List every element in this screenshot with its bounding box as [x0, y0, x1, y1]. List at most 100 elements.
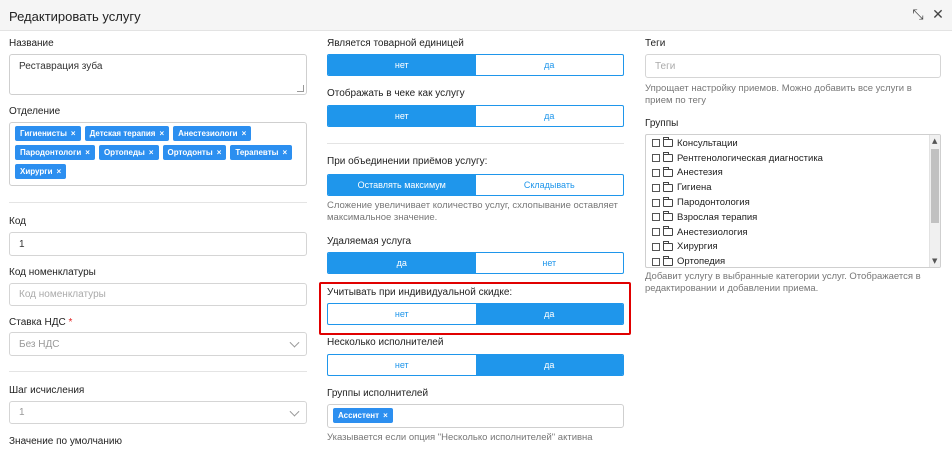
resize-handle[interactable] [297, 85, 304, 92]
checkbox[interactable] [652, 168, 660, 177]
required-asterisk: * [68, 317, 73, 328]
group-item[interactable]: Рентгенологическая диагностика [646, 151, 940, 166]
step-label: Шаг исчисления [9, 385, 85, 396]
nomenclature-label: Код номенклатуры [9, 267, 96, 278]
tags-hint: Упрощает настройку приемов. Можно добави… [645, 83, 912, 106]
commodity-toggle[interactable]: нет да [327, 54, 624, 76]
department-tag: Детская терапия × [84, 126, 170, 141]
performer-groups-select[interactable]: Ассистент × [327, 404, 624, 428]
department-select[interactable]: Гигиенисты × Детская терапия × Анестезиоло… [9, 122, 307, 186]
remove-tag-icon[interactable]: × [383, 411, 388, 420]
group-item[interactable]: Анестезиология [646, 225, 940, 240]
nomenclature-input[interactable]: Код номенклатуры [9, 283, 307, 306]
chevron-down-icon [289, 337, 300, 348]
multiple-performers-yes-option[interactable]: да [475, 355, 623, 375]
group-item[interactable]: Анестезия [646, 166, 940, 181]
checkbox[interactable] [652, 183, 660, 192]
collapse-arrows-icon[interactable]: ⤡ [909, 6, 927, 24]
nomenclature-placeholder: Код номенклатуры [19, 289, 106, 300]
merge-fold-option[interactable]: Складывать [476, 175, 624, 195]
code-value: 1 [19, 238, 25, 250]
remove-tag-icon[interactable]: × [149, 148, 154, 157]
name-label: Название [9, 38, 54, 49]
code-input[interactable]: 1 [9, 232, 307, 256]
multiple-performers-no-option[interactable]: нет [328, 355, 476, 375]
remove-tag-icon[interactable]: × [242, 129, 247, 138]
scroll-up-icon[interactable]: ▲ [932, 137, 937, 145]
checkbox[interactable] [652, 154, 660, 163]
groups-hint: Добавит услугу в выбранные категории усл… [645, 271, 921, 294]
removable-no-option[interactable]: нет [476, 253, 624, 273]
remove-tag-icon[interactable]: × [71, 129, 76, 138]
divider [327, 143, 624, 144]
group-item[interactable]: Взрослая терапия [646, 210, 940, 225]
remove-tag-icon[interactable]: × [282, 148, 287, 157]
removable-yes-option[interactable]: да [328, 253, 476, 273]
remove-tag-icon[interactable]: × [217, 148, 222, 157]
department-tag: Пародонтологи × [15, 145, 95, 160]
groups-list[interactable]: Консультации Рентгенологическая диагност… [645, 134, 941, 268]
step-select[interactable]: 1 [9, 401, 307, 424]
group-item[interactable]: Пародонтология [646, 195, 940, 210]
name-value: Реставрация зуба [19, 61, 103, 72]
folder-icon [663, 226, 673, 237]
group-item[interactable]: Хирургия [646, 240, 940, 255]
remove-tag-icon[interactable]: × [159, 129, 164, 138]
name-textarea[interactable]: Реставрация зуба [9, 54, 307, 95]
vat-select[interactable]: Без НДС [9, 332, 307, 356]
checkbox[interactable] [652, 213, 660, 222]
commodity-no-option[interactable]: нет [328, 55, 476, 75]
groups-label: Группы [645, 118, 679, 129]
checkbox[interactable] [652, 228, 660, 237]
vat-value: Без НДС [19, 338, 60, 350]
scroll-thumb[interactable] [931, 149, 939, 223]
tags-placeholder: Теги [655, 60, 676, 72]
folder-icon [663, 240, 673, 251]
multiple-performers-label: Несколько исполнителей [327, 337, 444, 348]
tags-label: Теги [645, 38, 666, 49]
receipt-yes-option[interactable]: да [476, 106, 624, 126]
checkbox[interactable] [652, 257, 660, 266]
group-item[interactable]: Ортопедия [646, 254, 940, 267]
scrollbar[interactable]: ▲ ▼ [929, 135, 940, 267]
remove-tag-icon[interactable]: × [85, 148, 90, 157]
folder-icon [663, 196, 673, 207]
removable-toggle[interactable]: да нет [327, 252, 624, 274]
folder-icon [663, 166, 673, 177]
folder-icon [663, 255, 673, 266]
department-tag: Ортодонты × [162, 145, 227, 160]
department-tag: Хирурги × [15, 164, 67, 179]
folder-icon [663, 211, 673, 222]
individual-discount-toggle[interactable]: нет да [327, 303, 624, 325]
close-icon[interactable]: ✕ [929, 6, 947, 24]
department-tag: Гигиенисты × [15, 126, 81, 141]
checkbox[interactable] [652, 198, 660, 207]
folder-icon [663, 152, 673, 163]
department-label: Отделение [9, 106, 61, 117]
merge-toggle[interactable]: Оставлять максимум Складывать [327, 174, 624, 196]
department-tag: Ортопеды × [98, 145, 159, 160]
divider [9, 202, 307, 203]
modal-title: Редактировать услугу [9, 9, 141, 24]
tags-input[interactable]: Теги [645, 54, 941, 78]
default-value-label: Значение по умолчанию [9, 436, 122, 447]
receipt-toggle[interactable]: нет да [327, 105, 624, 127]
checkbox[interactable] [652, 242, 660, 251]
remove-tag-icon[interactable]: × [57, 167, 62, 176]
folder-icon [663, 181, 673, 192]
performer-group-tag: Ассистент × [333, 408, 393, 423]
scroll-down-icon[interactable]: ▼ [932, 257, 937, 265]
merge-max-option[interactable]: Оставлять максимум [328, 175, 476, 195]
individual-discount-no-option[interactable]: нет [328, 304, 476, 324]
removable-label: Удаляемая услуга [327, 236, 412, 247]
multiple-performers-toggle[interactable]: нет да [327, 354, 624, 376]
group-item[interactable]: Консультации [646, 136, 940, 151]
receipt-no-option[interactable]: нет [328, 106, 476, 126]
merge-hint: Сложение увеличивает количество услуг, с… [327, 200, 618, 223]
merge-label: При объединении приёмов услугу: [327, 156, 488, 167]
commodity-yes-option[interactable]: да [476, 55, 624, 75]
group-item[interactable]: Гигиена [646, 180, 940, 195]
individual-discount-yes-option[interactable]: да [475, 304, 623, 324]
code-label: Код [9, 216, 27, 227]
checkbox[interactable] [652, 139, 660, 148]
